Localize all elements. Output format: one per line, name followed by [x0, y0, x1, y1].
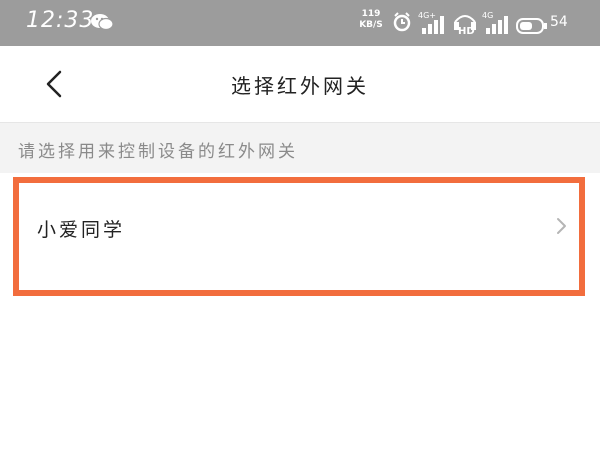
battery-icon	[516, 18, 548, 38]
signal-icon: 4G+	[418, 10, 446, 40]
chevron-right-icon	[555, 217, 567, 239]
status-bar: 12:33 119 KB/S 4G+ HD 4G 54	[0, 0, 600, 46]
page-title: 选择红外网关	[231, 74, 369, 98]
svg-text:4G: 4G	[482, 11, 493, 20]
svg-text:4G+: 4G+	[418, 11, 436, 20]
wechat-icon	[90, 12, 114, 36]
hint-band: 请选择用来控制设备的红外网关	[0, 122, 600, 173]
network-speed: 119 KB/S	[359, 9, 383, 30]
battery-level: 54	[550, 14, 568, 30]
alarm-icon	[392, 12, 412, 36]
signal-icon: 4G	[482, 10, 510, 40]
gateway-item[interactable]: 小爱同学	[25, 189, 573, 261]
hd-icon: HD	[452, 10, 478, 40]
header: 选择红外网关	[0, 46, 600, 122]
hint-text: 请选择用来控制设备的红外网关	[18, 142, 298, 162]
status-time: 12:33	[26, 8, 95, 33]
gateway-label: 小爱同学	[37, 219, 126, 241]
svg-text:HD: HD	[458, 26, 475, 36]
highlight-frame: 小爱同学	[13, 177, 585, 296]
